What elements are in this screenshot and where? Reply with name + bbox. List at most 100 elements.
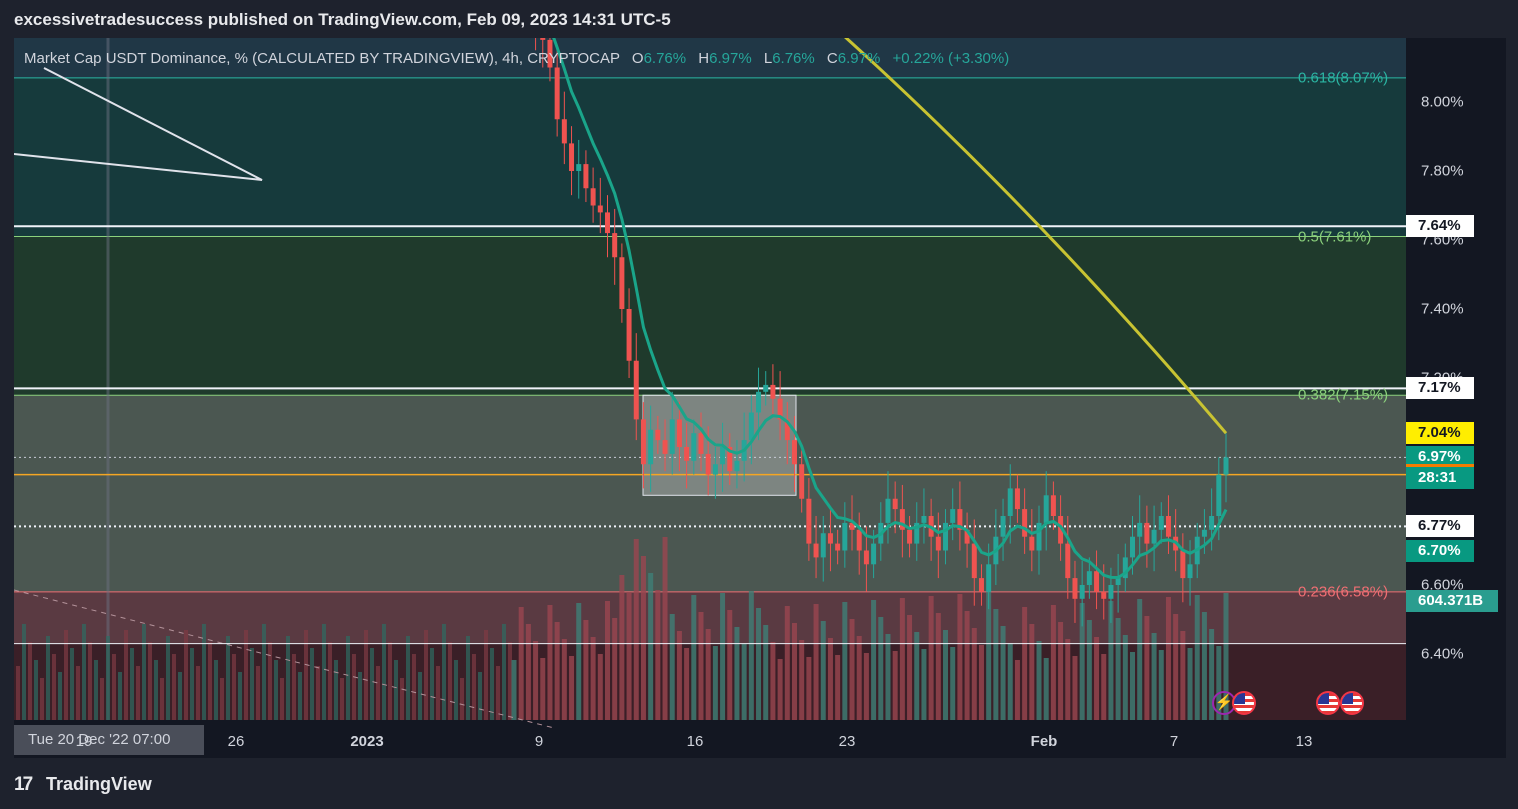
volume-bar: [298, 672, 302, 720]
volume-bar: [914, 632, 920, 720]
volume-bar: [1165, 597, 1171, 720]
volume-bar: [691, 595, 697, 720]
candle-body: [971, 543, 977, 579]
volume-bar: [907, 615, 913, 720]
candle-body: [1101, 591, 1107, 599]
candle-countdown: 28:31: [1406, 467, 1474, 490]
candle-body: [1072, 578, 1078, 599]
candle-body: [583, 164, 589, 189]
open-value: 6.76%: [643, 50, 687, 67]
x-tick-label: Feb: [1030, 733, 1058, 750]
volume-bar: [496, 666, 500, 720]
volume-bar: [142, 624, 146, 720]
volume-bar: [508, 642, 512, 720]
volume-bar: [921, 649, 927, 720]
change-value: +0.22% (+3.30%): [892, 50, 1010, 67]
candle-body: [1158, 516, 1164, 530]
chart-area[interactable]: Market Cap USDT Dominance, % (CALCULATED…: [14, 38, 1506, 758]
y-tick-label: 7.80%: [1421, 162, 1464, 180]
volume-bar: [292, 654, 296, 720]
x-tick-label: 26: [227, 733, 245, 750]
volume-bar: [166, 636, 170, 720]
candle-body: [1043, 495, 1049, 523]
volume-bar: [770, 642, 776, 720]
volume-bar: [1122, 635, 1128, 720]
volume-bar: [76, 666, 80, 720]
volume-bar: [412, 654, 416, 720]
volume-bar: [196, 666, 200, 720]
candle-body: [1086, 571, 1092, 585]
volume-bar: [436, 666, 440, 720]
volume-bar: [346, 636, 350, 720]
volume-bar: [262, 624, 266, 720]
candle-body: [813, 543, 819, 558]
volume-bar: [40, 678, 44, 720]
volume-bar: [964, 611, 970, 720]
candle-body: [540, 38, 546, 40]
candle-body: [554, 67, 560, 120]
y-tick-label: 8.00%: [1421, 93, 1464, 111]
volume-bar: [406, 636, 410, 720]
volume-bar: [430, 648, 434, 720]
x-tick-label: 16: [686, 733, 704, 750]
price-tag-1: 7.17%: [1406, 377, 1474, 400]
us-flag-event-icon[interactable]: [1340, 691, 1364, 715]
volume-bar: [590, 637, 596, 720]
volume-bar: [442, 624, 446, 720]
candle-body: [619, 257, 625, 309]
candle-body: [791, 440, 797, 465]
volume-bar: [633, 539, 639, 720]
volume-bar: [352, 654, 356, 720]
volume-bar: [971, 628, 977, 720]
us-flag-event-icon[interactable]: [1316, 691, 1340, 715]
volume-bar: [1050, 605, 1056, 720]
volume-bar: [256, 666, 260, 720]
volume-bar: [950, 647, 956, 720]
candle-body: [1000, 516, 1006, 537]
candle-body: [569, 143, 575, 171]
volume-bar: [1086, 620, 1092, 720]
volume-bar: [763, 625, 769, 720]
volume-bar: [394, 660, 398, 720]
volume-bar: [1094, 637, 1100, 720]
volume-bar: [561, 639, 567, 720]
candle-body: [806, 498, 812, 544]
volume-bar: [1022, 607, 1028, 720]
volume-bar: [820, 621, 826, 720]
volume-bar: [1201, 612, 1207, 720]
volume-bar: [1180, 631, 1186, 720]
volume-bar: [576, 603, 582, 720]
candle-body: [662, 440, 668, 454]
fib-zone-618: [14, 77, 1406, 237]
volume-bar: [490, 648, 494, 720]
candle-body: [712, 464, 718, 475]
volume-bar: [734, 627, 740, 720]
volume-bar: [712, 646, 718, 720]
candle-body: [1022, 509, 1028, 537]
volume-bar: [52, 654, 56, 720]
volume-bar: [993, 609, 999, 720]
candle-body: [1180, 550, 1186, 579]
volume-bar: [370, 648, 374, 720]
candle-body: [1216, 474, 1222, 516]
price-chart[interactable]: [14, 38, 1506, 758]
candle-body: [1029, 536, 1035, 551]
volume-bar: [676, 631, 682, 720]
fib-zone-500: [14, 236, 1406, 396]
volume-bar: [472, 654, 476, 720]
volume-bar: [978, 645, 984, 720]
volume-bar: [741, 644, 747, 720]
candle-body: [892, 498, 898, 510]
volume-bar: [328, 642, 332, 720]
volume-bar: [720, 593, 726, 720]
volume-bar: [118, 672, 122, 720]
volume-bar: [957, 594, 963, 720]
volume-bar: [148, 642, 152, 720]
x-tick-label: 23: [838, 733, 856, 750]
volume-bar: [1036, 641, 1042, 720]
volume-bar: [813, 604, 819, 720]
volume-bar: [130, 648, 134, 720]
volume-bar: [662, 537, 668, 720]
volume-bar: [648, 573, 654, 720]
us-flag-event-icon[interactable]: [1232, 691, 1256, 715]
